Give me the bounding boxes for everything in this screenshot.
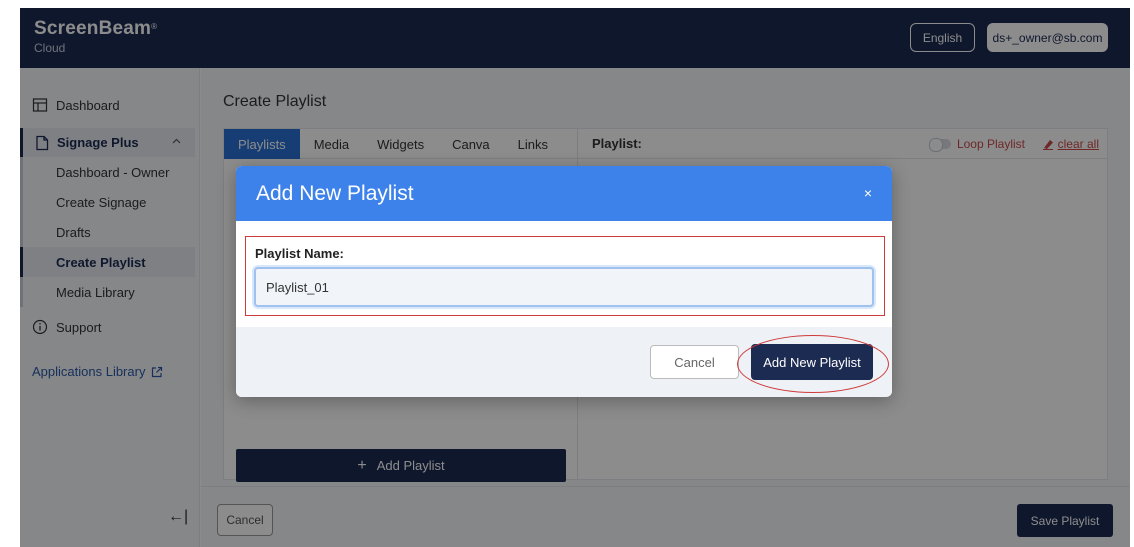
modal-body: Playlist Name: Playlist_01 [236, 221, 892, 327]
modal-cancel-button[interactable]: Cancel [650, 345, 739, 379]
modal-header: Add New Playlist × [236, 166, 892, 221]
playlist-name-label: Playlist Name: [255, 246, 344, 261]
annotation-highlight-oval [737, 335, 889, 393]
playlist-name-input[interactable]: Playlist_01 [254, 267, 874, 307]
modal-title: Add New Playlist [256, 181, 414, 205]
close-icon[interactable]: × [864, 185, 872, 201]
